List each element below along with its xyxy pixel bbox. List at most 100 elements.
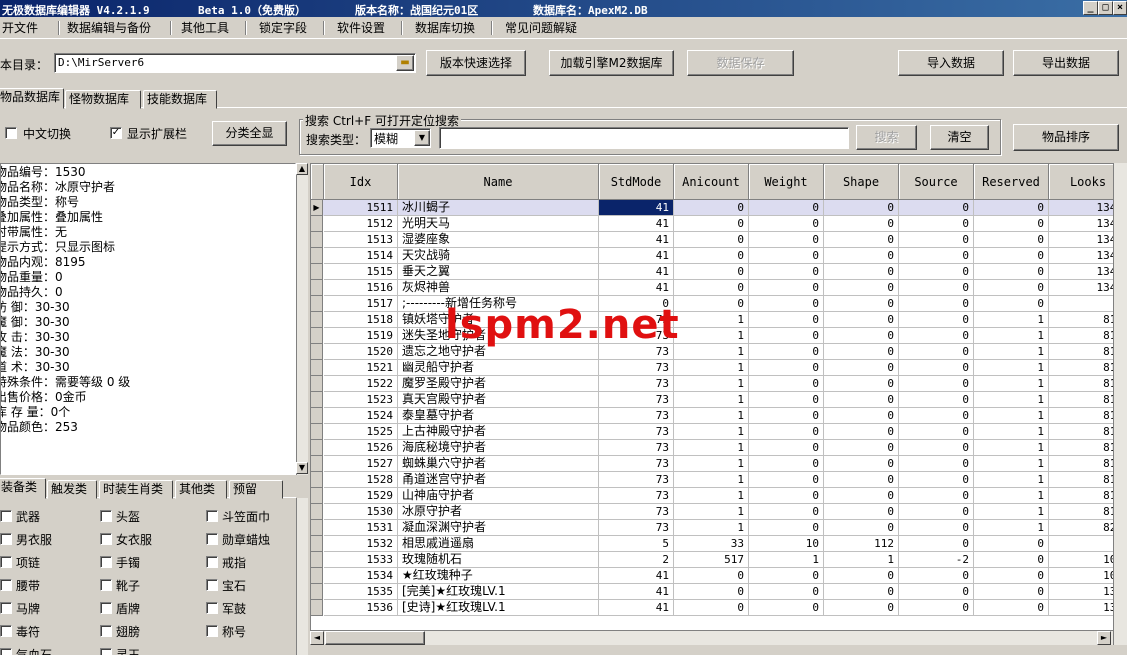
table-cell[interactable]: 1526 (324, 440, 398, 456)
table-cell[interactable]: 相思戚逍遥扇 (398, 536, 599, 552)
table-cell[interactable]: 0 (899, 200, 974, 216)
horizontal-scroll-thumb[interactable] (325, 631, 425, 645)
table-cell[interactable]: 0 (749, 568, 824, 584)
table-row[interactable]: 1530冰原守护者7310001819 (311, 504, 1126, 520)
table-cell[interactable]: 1 (974, 472, 1049, 488)
table-cell[interactable]: 0 (899, 520, 974, 536)
tab-equipment[interactable]: 装备类 (0, 478, 46, 499)
table-cell[interactable]: 73 (599, 360, 674, 376)
table-cell[interactable]: 1522 (324, 376, 398, 392)
table-row[interactable]: 1515 垂天之翼 41 0 0 0 0 0 1340 (311, 264, 1126, 280)
table-cell[interactable]: 1 (674, 424, 749, 440)
table-cell[interactable]: 0 (824, 312, 899, 328)
table-cell[interactable]: 1531 (324, 520, 398, 536)
table-cell[interactable]: 0 (824, 424, 899, 440)
table-cell[interactable]: 1 (674, 392, 749, 408)
table-cell[interactable]: 73 (599, 376, 674, 392)
table-cell[interactable]: 0 (899, 232, 974, 248)
category-checkbox[interactable] (206, 510, 218, 522)
column-header[interactable]: Shape (824, 164, 899, 200)
table-cell[interactable]: 1530 (324, 504, 398, 520)
table-row[interactable]: 1520遗忘之地守护者7310001814 (311, 344, 1126, 360)
table-cell[interactable]: 1 (674, 344, 749, 360)
table-cell[interactable]: 0 (899, 408, 974, 424)
table-cell[interactable]: 1534 (324, 568, 398, 584)
table-cell[interactable]: 73 (599, 504, 674, 520)
scroll-down-icon[interactable]: ▼ (296, 462, 308, 474)
table-cell[interactable]: ;---------新增任务称号 (398, 296, 599, 312)
sort-items-button[interactable]: 物品排序 (1013, 124, 1119, 151)
table-cell[interactable]: 0 (674, 248, 749, 264)
category-checkbox[interactable] (206, 625, 218, 637)
table-cell[interactable]: 泰皇墓守护者 (398, 408, 599, 424)
table-cell[interactable]: 1524 (324, 408, 398, 424)
table-cell[interactable]: 上古神殿守护者 (398, 424, 599, 440)
table-cell[interactable]: 1 (674, 328, 749, 344)
table-cell[interactable]: 0 (824, 472, 899, 488)
table-cell[interactable]: 1 (674, 408, 749, 424)
table-cell[interactable]: 0 (899, 568, 974, 584)
table-cell[interactable]: 0 (899, 376, 974, 392)
table-cell[interactable]: 0 (749, 280, 824, 296)
category-checkbox[interactable] (206, 579, 218, 591)
search-input[interactable] (439, 127, 849, 149)
table-cell[interactable]: 1 (674, 312, 749, 328)
table-cell[interactable]: 1514 (324, 248, 398, 264)
table-cell[interactable]: 0 (674, 264, 749, 280)
table-row[interactable]: 1513 湿婆座象 41 0 0 0 0 0 1340 (311, 232, 1126, 248)
table-cell[interactable]: 0 (974, 216, 1049, 232)
table-cell[interactable]: 112 (824, 536, 899, 552)
menu-tools[interactable]: 其他工具 (181, 19, 229, 37)
table-cell[interactable]: 0 (974, 248, 1049, 264)
table-cell[interactable]: 0 (749, 296, 824, 312)
table-cell[interactable]: 0 (824, 456, 899, 472)
table-cell[interactable]: 1 (974, 312, 1049, 328)
table-cell[interactable]: 0 (749, 408, 824, 424)
table-cell[interactable]: 0 (899, 216, 974, 232)
table-cell[interactable]: 41 (599, 280, 674, 296)
table-cell[interactable]: 0 (824, 504, 899, 520)
table-cell[interactable]: 幽灵船守护者 (398, 360, 599, 376)
table-cell[interactable]: 1 (674, 504, 749, 520)
table-cell[interactable]: 0 (749, 248, 824, 264)
save-data-button[interactable]: 数据保存 (687, 50, 794, 76)
category-checkbox[interactable] (0, 556, 12, 568)
table-cell[interactable]: -2 (899, 552, 974, 568)
table-cell[interactable]: 灰烬神兽 (398, 280, 599, 296)
table-cell[interactable]: 0 (749, 344, 824, 360)
chevron-down-icon[interactable]: ▼ (414, 130, 430, 146)
table-cell[interactable]: 1 (674, 376, 749, 392)
table-cell[interactable]: 0 (899, 424, 974, 440)
table-cell[interactable]: 0 (824, 248, 899, 264)
table-cell[interactable]: 0 (749, 456, 824, 472)
table-cell[interactable]: 73 (599, 408, 674, 424)
table-cell[interactable]: 1535 (324, 584, 398, 600)
table-cell[interactable]: 0 (749, 392, 824, 408)
scroll-right-icon[interactable]: ► (1097, 631, 1111, 645)
table-cell[interactable]: 0 (674, 232, 749, 248)
table-cell[interactable]: 0 (899, 280, 974, 296)
table-cell[interactable]: 0 (824, 488, 899, 504)
table-cell[interactable]: 0 (974, 200, 1049, 216)
table-cell[interactable]: 1 (674, 488, 749, 504)
menu-file[interactable]: 开文件 (2, 19, 38, 37)
table-cell[interactable]: 0 (899, 488, 974, 504)
chinese-toggle-checkbox[interactable] (5, 127, 17, 139)
category-checkbox[interactable] (100, 579, 112, 591)
table-cell[interactable]: 0 (749, 472, 824, 488)
table-cell[interactable]: 0 (749, 216, 824, 232)
table-cell[interactable]: 0 (899, 504, 974, 520)
tab-monsters-db[interactable]: 怪物数据库 (65, 90, 141, 109)
tab-fashion-zodiac[interactable]: 时装生肖类 (99, 480, 173, 499)
tab-skills-db[interactable]: 技能数据库 (143, 90, 217, 109)
table-cell[interactable]: 0 (899, 264, 974, 280)
table-cell[interactable]: 0 (899, 536, 974, 552)
table-cell[interactable]: 73 (599, 424, 674, 440)
table-cell[interactable]: 0 (824, 408, 899, 424)
table-cell[interactable]: 0 (749, 424, 824, 440)
table-cell[interactable]: 0 (824, 216, 899, 232)
table-cell[interactable]: 1516 (324, 280, 398, 296)
table-cell[interactable]: 0 (749, 232, 824, 248)
table-cell[interactable]: 垂天之翼 (398, 264, 599, 280)
maximize-button[interactable]: □ (1098, 1, 1113, 15)
